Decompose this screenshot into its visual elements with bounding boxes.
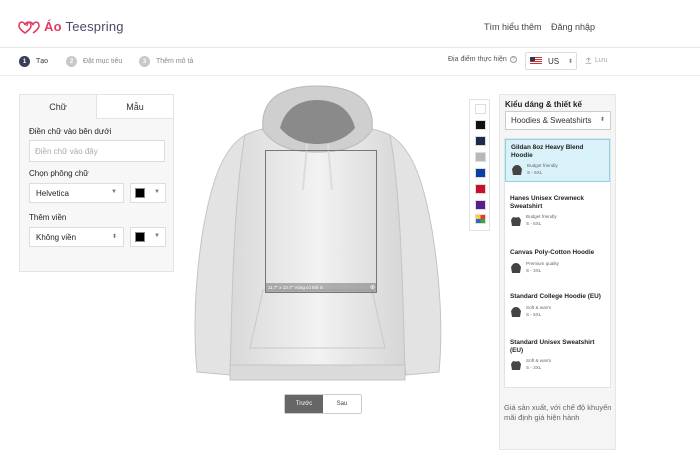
outline-select[interactable]: Không viền ⬍ bbox=[29, 227, 124, 247]
save-button[interactable]: Lưu bbox=[585, 57, 607, 64]
step-description[interactable]: 3 Thêm mô tả bbox=[139, 56, 193, 67]
step-number: 3 bbox=[139, 56, 150, 67]
product-panel-title: Kiểu dáng & thiết kế bbox=[505, 100, 582, 109]
view-toggle: Trước Sau bbox=[284, 394, 362, 414]
product-item[interactable]: Standard College Hoodie (EU) Soft & warm… bbox=[505, 289, 610, 322]
text-input[interactable]: Điền chữ vào đây bbox=[29, 140, 165, 162]
front-view-button[interactable]: Trước bbox=[285, 395, 323, 413]
location-label: Địa điểm thực hiện ? bbox=[448, 56, 517, 63]
color-swatch-grey[interactable] bbox=[475, 152, 486, 162]
logo-heart-icon bbox=[18, 20, 40, 34]
updown-icon: ⬍ bbox=[599, 117, 605, 123]
printable-area[interactable] bbox=[265, 150, 377, 293]
back-view-button[interactable]: Sau bbox=[323, 395, 361, 413]
top-header: Áo Teespring Tìm hiểu thêm Đăng nhập bbox=[0, 0, 700, 48]
product-item[interactable]: Standard Unisex Sweatshirt (EU) Soft & w… bbox=[505, 335, 610, 376]
pricing-note: Giá sản xuất, với chế độ khuyến mãi định… bbox=[504, 403, 612, 422]
product-item[interactable]: Gildan 8oz Heavy Blend Hoodie Budget fri… bbox=[505, 139, 610, 183]
tab-text[interactable]: Chữ bbox=[20, 95, 97, 119]
step-label: Tạo bbox=[36, 58, 49, 65]
font-label: Chọn phông chữ bbox=[29, 169, 89, 178]
text-design-panel: Chữ Mẫu Điền chữ vào bên dưới Điền chữ v… bbox=[19, 94, 174, 272]
hoodie-thumb-icon bbox=[511, 262, 521, 273]
print-size-label: 11.7" x 13.7" Vùng có thể in ⊕ bbox=[265, 283, 377, 293]
text-color-picker[interactable]: ▼ bbox=[130, 183, 166, 203]
chevron-down-icon: ▼ bbox=[154, 189, 160, 195]
product-item[interactable]: Hanes Unisex Crewneck Sweatshirt Budget … bbox=[505, 191, 610, 232]
color-swatch-royal[interactable] bbox=[475, 168, 486, 178]
category-select[interactable]: Hoodies & Sweatshirts ⬍ bbox=[505, 111, 611, 130]
color-swatch-purple[interactable] bbox=[475, 200, 486, 210]
brand-logo[interactable]: Áo Teespring bbox=[18, 19, 124, 34]
step-label: Đặt mục tiêu bbox=[83, 58, 123, 65]
brand-name: Áo Teespring bbox=[44, 19, 124, 34]
info-icon[interactable]: ? bbox=[509, 56, 517, 63]
country-code: US bbox=[548, 56, 560, 66]
color-swatch bbox=[135, 232, 145, 242]
sweatshirt-thumb-icon bbox=[511, 361, 521, 371]
product-panel: Kiểu dáng & thiết kế Hoodies & Sweatshir… bbox=[499, 94, 616, 450]
step-number: 2 bbox=[66, 56, 77, 67]
product-list: Gildan 8oz Heavy Blend Hoodie Budget fri… bbox=[504, 138, 611, 388]
updown-icon: ⬍ bbox=[111, 234, 117, 240]
tab-artwork[interactable]: Mẫu bbox=[97, 95, 173, 119]
outline-label: Thêm viền bbox=[29, 213, 67, 222]
chevron-down-icon: ▼ bbox=[154, 233, 160, 239]
color-swatch-red[interactable] bbox=[475, 184, 486, 194]
updown-icon: ⬍ bbox=[567, 58, 573, 65]
hoodie-thumb-icon bbox=[512, 165, 522, 176]
hoodie-thumb-icon bbox=[511, 306, 521, 317]
product-item[interactable]: Canvas Poly-Cotton Hoodie Premium qualit… bbox=[505, 245, 610, 278]
sweatshirt-thumb-icon bbox=[511, 217, 521, 227]
country-select[interactable]: US ⬍ bbox=[525, 52, 577, 70]
login-link[interactable]: Đăng nhập bbox=[551, 22, 595, 32]
color-swatch-black[interactable] bbox=[475, 120, 486, 130]
learn-more-link[interactable]: Tìm hiểu thêm bbox=[484, 22, 542, 32]
step-number: 1 bbox=[19, 56, 30, 67]
us-flag-icon bbox=[530, 57, 542, 65]
zoom-icon[interactable]: ⊕ bbox=[370, 284, 375, 291]
cloud-save-icon bbox=[585, 57, 592, 64]
color-palette bbox=[469, 99, 490, 231]
text-input-label: Điền chữ vào bên dưới bbox=[29, 127, 112, 136]
step-label: Thêm mô tả bbox=[156, 58, 194, 65]
step-goal[interactable]: 2 Đặt mục tiêu bbox=[66, 56, 122, 67]
step-create[interactable]: 1 Tạo bbox=[19, 56, 48, 67]
color-swatch-navy[interactable] bbox=[475, 136, 486, 146]
outline-color-picker[interactable]: ▼ bbox=[130, 227, 166, 247]
color-swatch bbox=[135, 188, 145, 198]
font-select[interactable]: Helvetica ▼ bbox=[29, 183, 124, 203]
chevron-down-icon: ▼ bbox=[111, 189, 117, 195]
color-swatch-white[interactable] bbox=[475, 104, 486, 114]
more-colors-icon[interactable] bbox=[475, 214, 486, 224]
